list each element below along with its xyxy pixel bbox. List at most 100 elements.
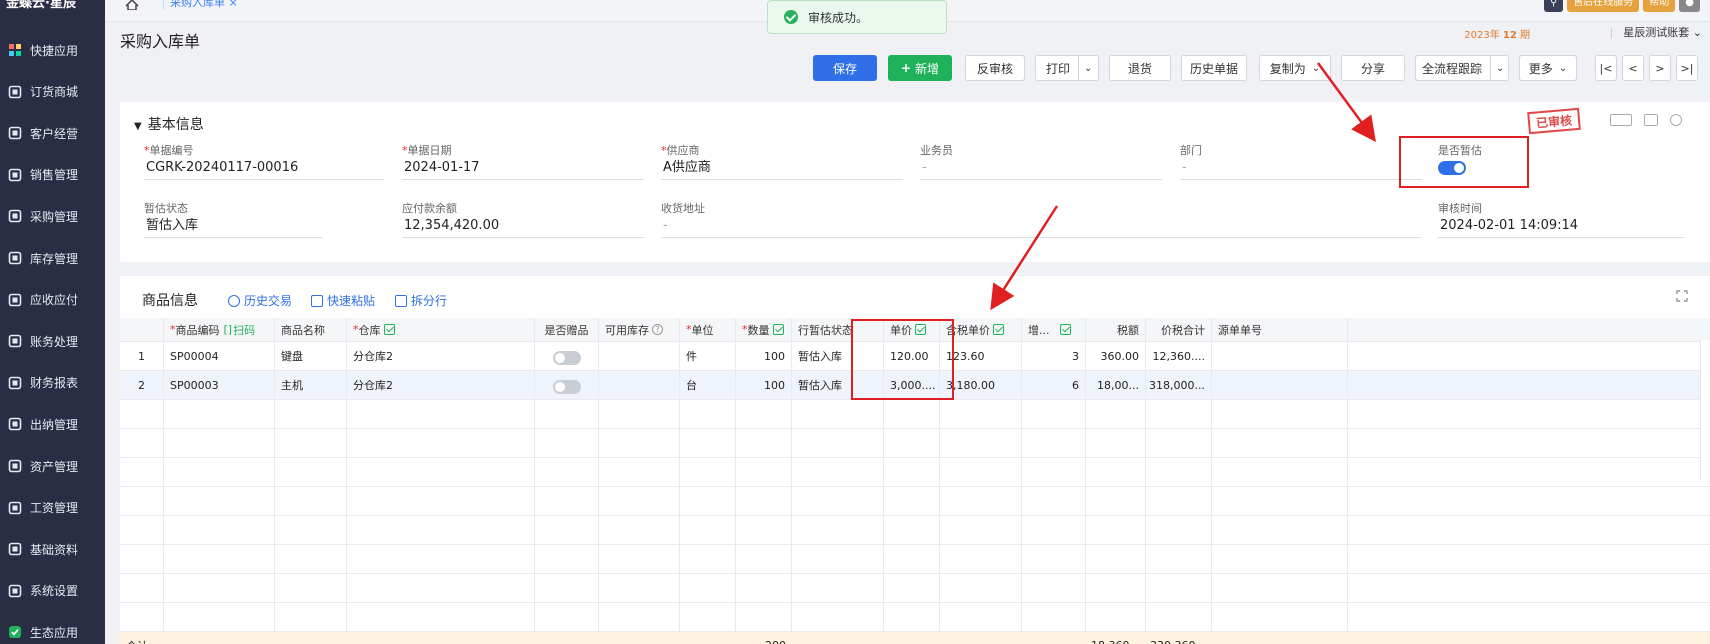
sidebar-item-13[interactable]: 系统设置 bbox=[0, 571, 105, 611]
sidebar-item-11[interactable]: 工资管理 bbox=[0, 488, 105, 528]
cell-gift[interactable] bbox=[535, 342, 599, 370]
checkbox-icon[interactable] bbox=[1059, 324, 1071, 335]
cell-tax-rate[interactable]: 3 bbox=[1022, 342, 1086, 370]
copy-as-button[interactable]: 复制为 ⌄ bbox=[1259, 55, 1331, 81]
search-icon[interactable]: ⚲ bbox=[1543, 0, 1564, 12]
nav-next-button[interactable]: > bbox=[1649, 55, 1671, 81]
nav-prev-button[interactable]: < bbox=[1622, 55, 1644, 81]
chevron-down-icon[interactable]: ⌄ bbox=[1496, 63, 1504, 74]
split-row-link[interactable]: 拆分行 bbox=[395, 292, 447, 309]
is-estimate-toggle[interactable] bbox=[1438, 161, 1466, 175]
cell-row-estimate[interactable]: 暂估入库 bbox=[792, 371, 884, 399]
col-unit[interactable]: * 单位 bbox=[680, 318, 736, 341]
chevron-down-icon[interactable]: ⌄ bbox=[1084, 63, 1092, 74]
col-warehouse[interactable]: * 仓库 bbox=[347, 318, 535, 341]
empty-row[interactable] bbox=[120, 458, 1710, 487]
basic-info-title[interactable]: ▼ 基本信息 bbox=[134, 114, 204, 134]
gift-toggle[interactable] bbox=[552, 379, 581, 394]
empty-row[interactable] bbox=[120, 603, 1710, 632]
cell-tax[interactable]: 360.00 bbox=[1086, 342, 1146, 370]
keyboard-icon[interactable] bbox=[1610, 114, 1632, 126]
sidebar-item-10[interactable]: 资产管理 bbox=[0, 446, 105, 486]
sidebar-item-3[interactable]: 销售管理 bbox=[0, 155, 105, 195]
col-source[interactable]: 源单单号 bbox=[1212, 318, 1348, 341]
scan-icon[interactable]: [] bbox=[224, 323, 233, 336]
cell-warehouse[interactable]: 分仓库2 bbox=[347, 342, 535, 370]
cell-unit[interactable]: 台 bbox=[680, 371, 736, 399]
col-tax[interactable]: 税额 bbox=[1086, 318, 1146, 341]
period-indicator[interactable]: 2023年 12 期 bbox=[1464, 26, 1530, 41]
scan-label[interactable]: 扫码 bbox=[233, 322, 255, 338]
gift-toggle[interactable] bbox=[552, 350, 581, 365]
nav-first-button[interactable]: |< bbox=[1595, 55, 1617, 81]
quick-paste-link[interactable]: 快速粘贴 bbox=[311, 292, 375, 309]
cell-qty[interactable]: 100 bbox=[736, 371, 792, 399]
unaudit-button[interactable]: 反审核 bbox=[965, 55, 1025, 81]
cell-source[interactable] bbox=[1212, 342, 1348, 370]
col-tax-price[interactable]: 含税单价 bbox=[940, 318, 1022, 341]
cell-qty[interactable]: 100 bbox=[736, 342, 792, 370]
col-gift[interactable]: 是否赠品 bbox=[535, 318, 599, 341]
cell-code[interactable]: SP00003 bbox=[164, 371, 275, 399]
checkbox-icon[interactable] bbox=[772, 324, 784, 335]
home-icon[interactable] bbox=[125, 0, 139, 10]
cell-price[interactable]: 120.00 bbox=[884, 342, 940, 370]
col-total[interactable]: 价税合计 bbox=[1146, 318, 1212, 341]
cell-price[interactable]: 3,000.... bbox=[884, 371, 940, 399]
print-button[interactable]: 打印 ⌄ bbox=[1035, 55, 1099, 81]
cell-warehouse[interactable]: 分仓库2 bbox=[347, 371, 535, 399]
expand-icon[interactable] bbox=[1676, 290, 1688, 302]
col-code[interactable]: * 商品编码[] 扫码 bbox=[164, 318, 275, 341]
account-set-selector[interactable]: | 星辰测试账套 ⌄ bbox=[1610, 24, 1702, 40]
bill-no-field[interactable]: *单据编号 CGRK-20240117-00016 bbox=[144, 142, 384, 180]
sidebar-item-8[interactable]: 财务报表 bbox=[0, 363, 105, 403]
cell-total[interactable]: 12,360.... bbox=[1146, 342, 1212, 370]
empty-row[interactable] bbox=[120, 400, 1710, 429]
more-button[interactable]: 更多 ⌄ bbox=[1519, 55, 1577, 81]
col-qty[interactable]: * 数量 bbox=[736, 318, 792, 341]
supplier-field[interactable]: *供应商 A供应商 bbox=[661, 142, 903, 180]
col-stock[interactable]: 可用库存? bbox=[599, 318, 680, 341]
empty-row[interactable] bbox=[120, 487, 1710, 516]
history-trade-link[interactable]: 历史交易 bbox=[228, 292, 292, 309]
cell-tax-rate[interactable]: 6 bbox=[1022, 371, 1086, 399]
add-button[interactable]: + 新增 bbox=[888, 55, 952, 81]
cell-stock[interactable] bbox=[599, 371, 680, 399]
salesman-field[interactable]: 业务员 - bbox=[920, 142, 1162, 180]
cell-row-estimate[interactable]: 暂估入库 bbox=[792, 342, 884, 370]
bill-date-field[interactable]: *单据日期 2024-01-17 bbox=[402, 142, 644, 180]
cell-total[interactable]: 318,000... bbox=[1146, 371, 1212, 399]
cell-tax-price[interactable]: 123.60 bbox=[940, 342, 1022, 370]
col-row-estimate[interactable]: 行暂估状态 bbox=[792, 318, 884, 341]
cell-source[interactable] bbox=[1212, 371, 1348, 399]
sidebar-item-0[interactable]: 快捷应用 bbox=[0, 30, 105, 70]
sidebar-item-7[interactable]: 账务处理 bbox=[0, 321, 105, 361]
checkbox-icon[interactable] bbox=[993, 324, 1004, 335]
sidebar-item-14[interactable]: 生态应用 bbox=[0, 612, 105, 644]
table-row[interactable]: 2 SP00003 主机 分仓库2 台 100 暂估入库 3,000.... 3,180.00 6… bbox=[120, 371, 1710, 400]
sidebar-item-1[interactable]: 订货商城 bbox=[0, 72, 105, 112]
tab-purchase-inbound[interactable]: 采购入库单 × bbox=[163, 0, 244, 10]
col-name[interactable]: 商品名称 bbox=[275, 318, 347, 341]
sidebar-item-9[interactable]: 出纳管理 bbox=[0, 404, 105, 444]
sidebar-item-5[interactable]: 库存管理 bbox=[0, 238, 105, 278]
gear-icon[interactable] bbox=[1670, 114, 1682, 126]
dept-field[interactable]: 部门 - bbox=[1180, 142, 1422, 180]
empty-row[interactable] bbox=[120, 545, 1710, 574]
online-service-button[interactable]: 售后在线服务 bbox=[1567, 0, 1640, 12]
help-button[interactable]: 帮助 bbox=[1643, 0, 1676, 12]
cell-tax[interactable]: 18,00... bbox=[1086, 371, 1146, 399]
cell-tax-price[interactable]: 3,180.00 bbox=[940, 371, 1022, 399]
return-button[interactable]: 退货 bbox=[1109, 55, 1171, 81]
empty-row[interactable] bbox=[120, 574, 1710, 603]
sidebar-item-6[interactable]: 应收应付 bbox=[0, 280, 105, 320]
help-icon[interactable]: ? bbox=[652, 324, 663, 335]
tracking-button[interactable]: 全流程跟踪 ⌄ bbox=[1415, 55, 1509, 81]
cell-name[interactable]: 键盘 bbox=[275, 342, 347, 370]
share-button[interactable]: 分享 bbox=[1341, 55, 1405, 81]
history-button[interactable]: 历史单据 bbox=[1181, 55, 1247, 81]
cell-unit[interactable]: 件 bbox=[680, 342, 736, 370]
col-price[interactable]: 单价 bbox=[884, 318, 940, 341]
cell-gift[interactable] bbox=[535, 371, 599, 399]
side-scroll-tab[interactable] bbox=[1700, 340, 1710, 480]
